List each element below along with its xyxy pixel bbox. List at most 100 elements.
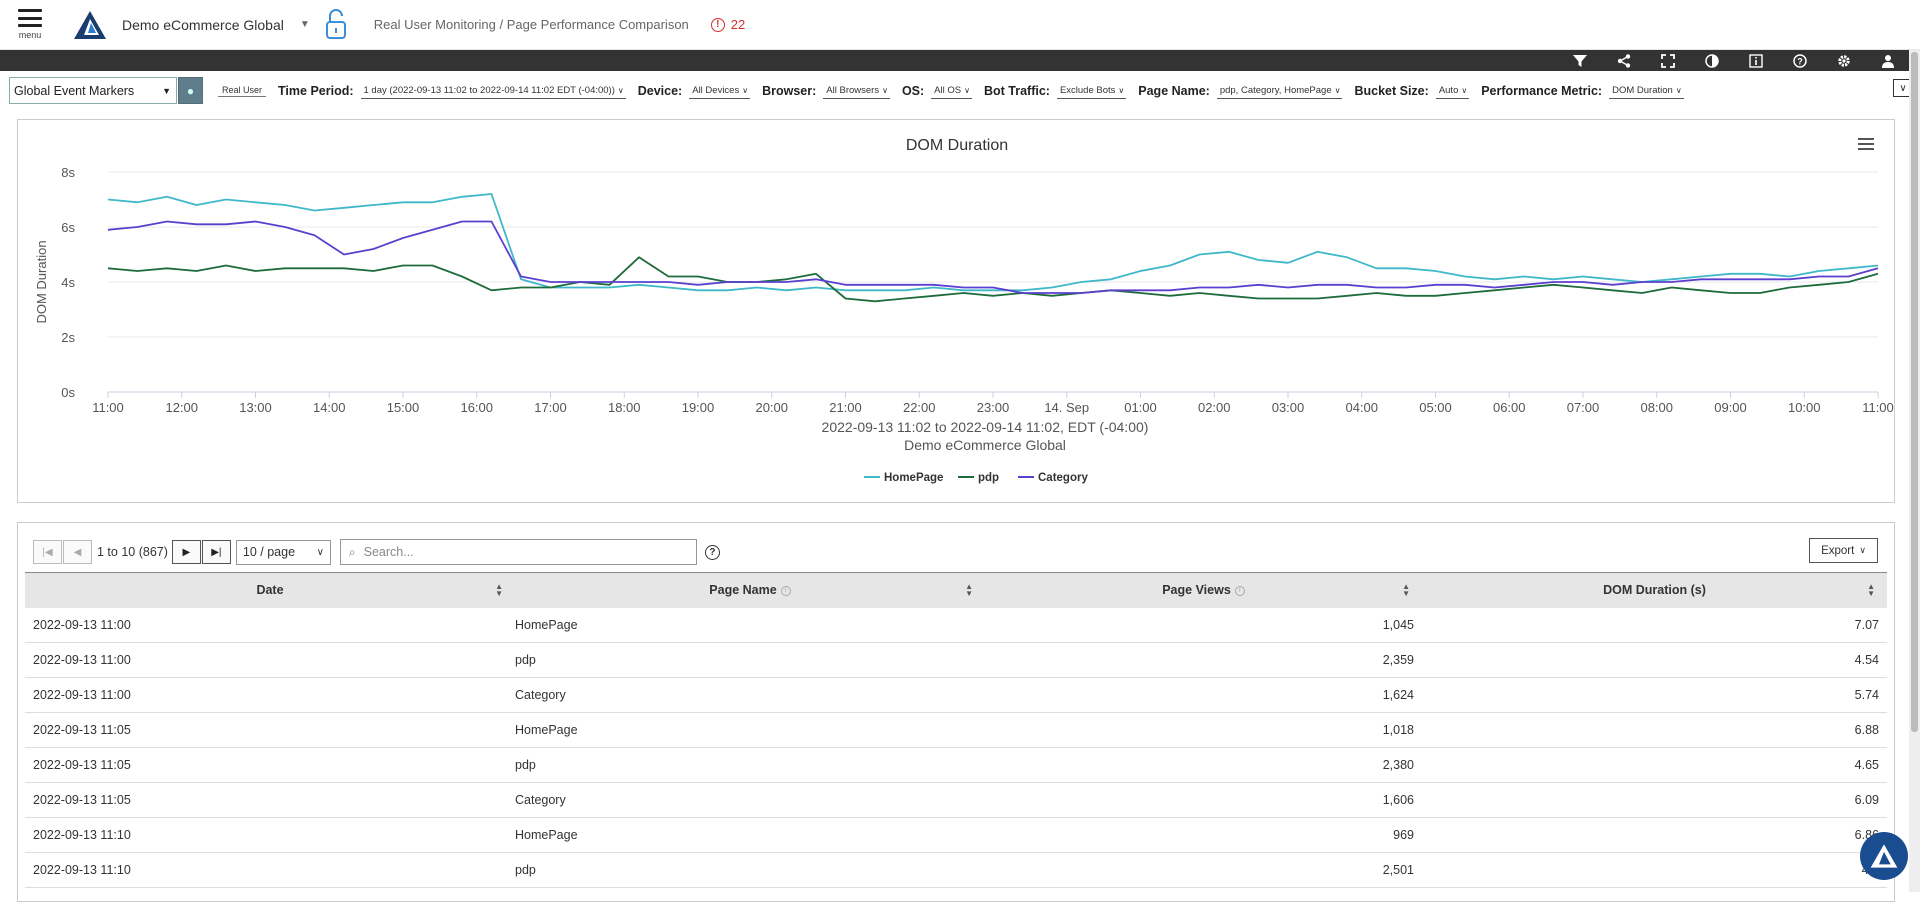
- table-row[interactable]: 2022-09-13 11:05Category1,6066.09: [25, 783, 1887, 818]
- chevron-down-icon: ∨: [317, 547, 324, 558]
- device-select[interactable]: All Devices∨: [689, 83, 750, 99]
- breadcrumb: Real User Monitoring / Page Performance …: [374, 17, 689, 32]
- legend-item[interactable]: HomePage: [884, 472, 943, 484]
- scrollbar-thumb[interactable]: [1911, 52, 1918, 732]
- browser-select[interactable]: All Browsers∨: [823, 83, 890, 99]
- search-input[interactable]: ⌕ Search...: [340, 539, 697, 565]
- fullscreen-icon[interactable]: [1646, 50, 1690, 71]
- table-body: 2022-09-13 11:00HomePage1,0457.072022-09…: [25, 608, 1887, 888]
- info-icon[interactable]: [1734, 50, 1778, 71]
- chart-menu-icon[interactable]: [1858, 138, 1874, 150]
- bucket-size-select[interactable]: Auto∨: [1436, 83, 1469, 99]
- table-cell: 2022-09-13 11:00: [25, 678, 515, 713]
- table-row[interactable]: 2022-09-13 11:05HomePage1,0186.88: [25, 713, 1887, 748]
- column-header-dom-duration[interactable]: DOM Duration (s) ▲▼: [1422, 573, 1887, 608]
- column-header-page-views[interactable]: Page Viewsi▲▼: [985, 573, 1422, 608]
- table-row[interactable]: 2022-09-13 11:10pdp2,5014.5: [25, 853, 1887, 888]
- table-row[interactable]: 2022-09-13 11:00pdp2,3594.54: [25, 643, 1887, 678]
- os-select[interactable]: All OS∨: [931, 83, 972, 99]
- data-table: Date▲▼ Page Namei▲▼ Page Viewsi▲▼ DOM Du…: [25, 572, 1887, 888]
- filter-icon[interactable]: [1558, 50, 1602, 71]
- y-tick-label: 0s: [61, 385, 75, 400]
- app-name[interactable]: Demo eCommerce Global: [122, 17, 284, 33]
- table-cell: 7.07: [1422, 608, 1887, 643]
- sort-icon[interactable]: ▲▼: [965, 583, 973, 597]
- info-icon[interactable]: i: [781, 586, 791, 596]
- table-cell: 4.5: [1422, 853, 1887, 888]
- table-cell: 2,359: [985, 643, 1422, 678]
- app-logo-icon[interactable]: [72, 9, 108, 41]
- per-page-select[interactable]: 10 / page ∨: [236, 540, 331, 565]
- column-header-page-name[interactable]: Page Namei▲▼: [515, 573, 985, 608]
- column-dom-duration-label: DOM Duration (s): [1603, 583, 1706, 597]
- table-cell: HomePage: [515, 818, 985, 853]
- table-cell: HomePage: [515, 713, 985, 748]
- table-cell: 1,018: [985, 713, 1422, 748]
- table-row[interactable]: 2022-09-13 11:00HomePage1,0457.07: [25, 608, 1887, 643]
- x-tick-label: 05:00: [1419, 400, 1452, 415]
- app-logo-icon: [1869, 842, 1899, 870]
- unlock-icon[interactable]: [324, 9, 348, 41]
- next-page-button[interactable]: ▶: [172, 540, 201, 564]
- column-header-date[interactable]: Date▲▼: [25, 573, 515, 608]
- help-icon[interactable]: ?: [1778, 50, 1822, 71]
- event-markers-value: Global Event Markers: [14, 84, 134, 98]
- export-button[interactable]: Export ∨: [1809, 538, 1878, 563]
- page-name-select[interactable]: pdp, Category, HomePage∨: [1217, 83, 1343, 99]
- x-tick-label: 10:00: [1788, 400, 1821, 415]
- settings-icon[interactable]: [1822, 50, 1866, 71]
- chevron-down-icon: ∨: [964, 86, 970, 95]
- table-row[interactable]: 2022-09-13 11:10HomePage9696.86: [25, 818, 1887, 853]
- page-range: 1 to 10 (867): [97, 545, 168, 559]
- map-pin-icon[interactable]: ●: [178, 77, 203, 104]
- legend-item[interactable]: Category: [1038, 472, 1088, 484]
- sort-icon[interactable]: ▲▼: [1402, 583, 1410, 597]
- x-tick-label: 11:00: [1862, 400, 1894, 415]
- filter-bar: Global Event Markers ▼ ● Real User Time …: [0, 71, 1920, 110]
- last-page-button[interactable]: ▶|: [202, 540, 231, 564]
- table-row[interactable]: 2022-09-13 11:00Category1,6245.74: [25, 678, 1887, 713]
- os-label: OS:: [902, 84, 924, 98]
- x-tick-label: 21:00: [829, 400, 862, 415]
- table-cell: 6.86: [1422, 818, 1887, 853]
- chevron-down-icon: ∨: [742, 86, 748, 95]
- event-markers-select[interactable]: Global Event Markers ▼: [9, 77, 177, 104]
- menu-button[interactable]: menu: [0, 0, 60, 50]
- alert-indicator[interactable]: ! 22: [711, 17, 745, 32]
- bot-traffic-select[interactable]: Exclude Bots∨: [1057, 83, 1126, 99]
- per-page-value: 10 / page: [243, 545, 295, 559]
- chevron-down-icon[interactable]: ▼: [300, 19, 310, 30]
- x-tick-label: 11:00: [92, 400, 124, 415]
- menu-label: menu: [19, 30, 42, 40]
- table-cell: 2,501: [985, 853, 1422, 888]
- assistant-logo-button[interactable]: [1860, 832, 1908, 880]
- x-tick-label: 13:00: [239, 400, 272, 415]
- info-icon[interactable]: i: [1235, 586, 1245, 596]
- os-value: All OS: [934, 85, 961, 96]
- sort-icon[interactable]: ▲▼: [1867, 583, 1875, 597]
- chevron-down-icon: ∨: [882, 86, 888, 95]
- table-cell: 969: [985, 818, 1422, 853]
- chevron-down-icon: ∨: [1461, 86, 1467, 95]
- table-row[interactable]: 2022-09-13 11:05pdp2,3804.65: [25, 748, 1887, 783]
- time-period-select[interactable]: 1 day (2022-09-13 11:02 to 2022-09-14 11…: [361, 83, 626, 99]
- mode-select[interactable]: Real User: [218, 84, 266, 97]
- legend-item[interactable]: pdp: [978, 472, 999, 484]
- share-icon[interactable]: [1602, 50, 1646, 71]
- contrast-icon[interactable]: [1690, 50, 1734, 71]
- performance-metric-select[interactable]: DOM Duration∨: [1609, 83, 1684, 99]
- chevron-down-icon: ∨: [1859, 545, 1866, 556]
- page-scrollbar[interactable]: [1909, 50, 1920, 892]
- first-page-button[interactable]: |◀: [33, 540, 62, 564]
- user-icon[interactable]: [1866, 50, 1910, 71]
- x-tick-label: 23:00: [977, 400, 1010, 415]
- bucket-size-label: Bucket Size:: [1354, 84, 1428, 98]
- x-tick-label: 16:00: [460, 400, 493, 415]
- sort-icon[interactable]: ▲▼: [495, 583, 503, 597]
- prev-page-button[interactable]: ◀: [63, 540, 92, 564]
- x-tick-label: 22:00: [903, 400, 936, 415]
- help-icon[interactable]: ?: [705, 545, 720, 560]
- y-tick-label: 8s: [61, 165, 75, 180]
- x-tick-label: 20:00: [755, 400, 788, 415]
- table-cell: pdp: [515, 643, 985, 678]
